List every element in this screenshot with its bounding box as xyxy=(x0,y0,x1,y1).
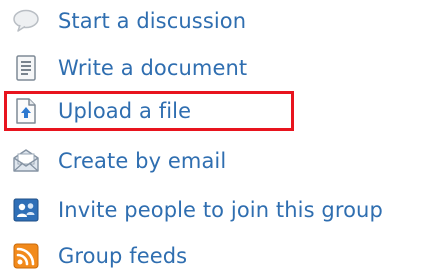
rss-feed-icon xyxy=(10,242,42,270)
invite-people-link[interactable]: Invite people to join this group xyxy=(10,193,383,227)
upload-file-link[interactable]: Upload a file xyxy=(10,94,191,128)
write-document-link[interactable]: Write a document xyxy=(10,51,247,85)
upload-file-icon xyxy=(10,97,42,125)
write-document-label: Write a document xyxy=(58,55,248,80)
invite-people-label: Invite people to join this group xyxy=(58,197,383,222)
invite-people-icon xyxy=(10,196,42,224)
group-feeds-link[interactable]: Group feeds xyxy=(10,239,187,273)
create-by-email-link[interactable]: Create by email xyxy=(10,144,226,178)
email-icon xyxy=(10,147,42,175)
document-icon xyxy=(10,54,42,82)
speech-bubble-icon xyxy=(10,7,42,35)
group-feeds-label: Group feeds xyxy=(58,243,188,268)
start-discussion-link[interactable]: Start a discussion xyxy=(10,4,246,38)
start-discussion-label: Start a discussion xyxy=(58,8,247,33)
upload-file-label: Upload a file xyxy=(58,98,192,123)
group-actions-menu: Start a discussion Write a document Uplo… xyxy=(0,0,444,275)
create-by-email-label: Create by email xyxy=(58,148,227,173)
